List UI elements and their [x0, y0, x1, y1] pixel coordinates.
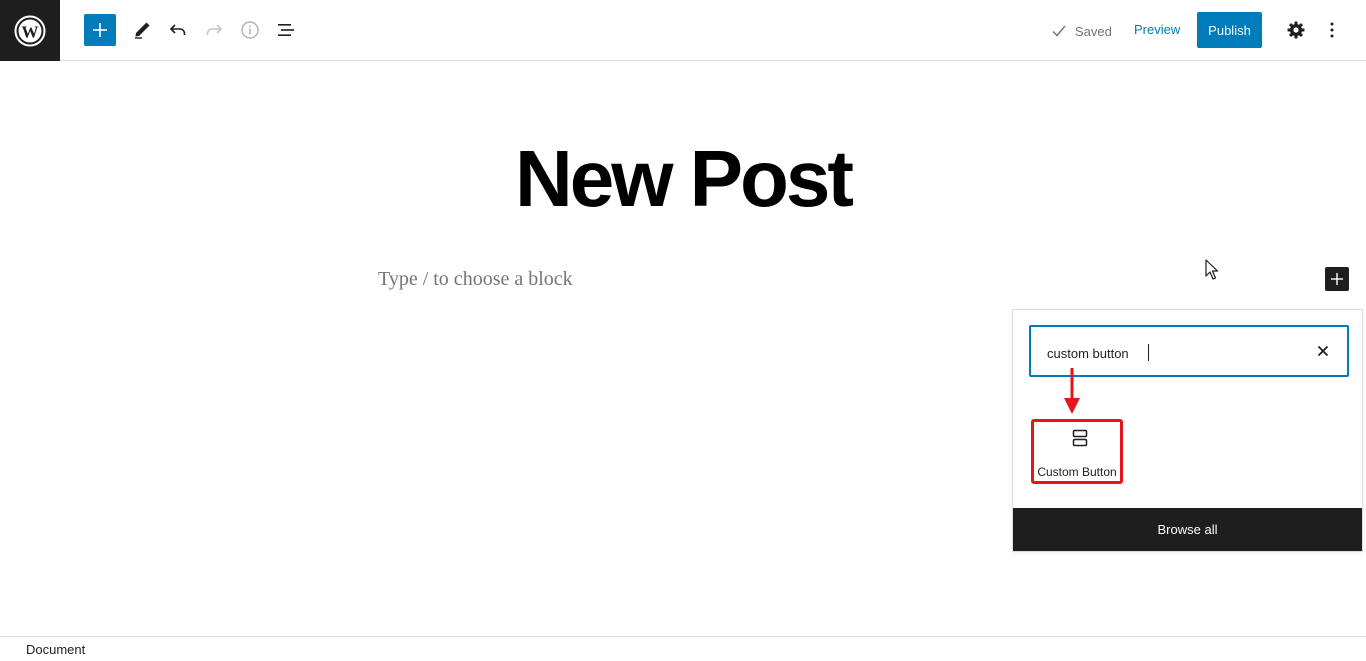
block-breadcrumb-bar: Document [0, 636, 1366, 661]
plus-icon [1331, 273, 1343, 285]
check-icon [1052, 25, 1066, 37]
clear-search-button[interactable] [1313, 341, 1333, 361]
tools-button[interactable] [126, 14, 158, 46]
side-block-inserter-button[interactable] [1325, 267, 1349, 291]
publish-button[interactable]: Publish [1197, 12, 1262, 48]
redo-icon [206, 24, 223, 35]
block-placeholder[interactable]: Type / to choose a block [378, 268, 573, 291]
browse-all-button[interactable]: Browse all [1013, 508, 1362, 551]
saved-status: Saved [1050, 20, 1112, 42]
mouse-cursor-icon [1205, 259, 1219, 280]
wordpress-logo-icon: W [14, 15, 46, 46]
block-inserter-toggle[interactable] [84, 14, 116, 46]
close-icon [1317, 345, 1329, 357]
text-caret [1148, 344, 1149, 361]
undo-icon [169, 24, 186, 35]
button-block-icon [1072, 429, 1088, 447]
block-search-input[interactable] [1047, 343, 1307, 363]
list-view-button[interactable] [270, 14, 302, 46]
more-vertical-icon [1330, 22, 1334, 38]
block-result-label: Custom Button [1037, 465, 1117, 479]
editor-header: W Saved Preview Publish [0, 0, 1366, 61]
info-icon [241, 21, 259, 39]
post-title[interactable]: New Post [0, 133, 1366, 225]
undo-button[interactable] [162, 14, 194, 46]
breadcrumb-document[interactable]: Document [26, 642, 85, 657]
block-result-custom-button[interactable]: Custom Button [1031, 419, 1123, 484]
options-button[interactable] [1316, 14, 1348, 46]
svg-text:W: W [22, 22, 39, 41]
redo-button[interactable] [198, 14, 230, 46]
saved-label: Saved [1075, 23, 1112, 39]
gear-icon [1287, 21, 1305, 39]
list-view-icon [278, 24, 294, 36]
settings-button[interactable] [1280, 14, 1312, 46]
quick-inserter-popover: Custom Button Browse all [1012, 309, 1363, 552]
details-button[interactable] [234, 14, 266, 46]
preview-button[interactable]: Preview [1134, 22, 1180, 37]
pencil-icon [135, 22, 150, 39]
annotation-arrow-icon [1064, 368, 1080, 414]
wordpress-logo-button[interactable]: W [0, 0, 60, 61]
plus-icon [93, 23, 107, 37]
